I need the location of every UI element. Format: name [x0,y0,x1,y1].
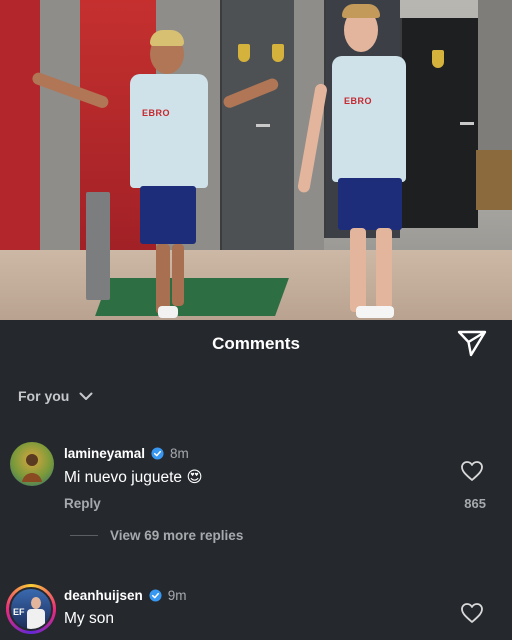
sheet-title: Comments [212,334,300,353]
door-handle [256,124,270,127]
heart-icon[interactable] [460,460,484,482]
comment-text-body: Mi nuevo juguete [64,469,183,486]
door-handle [460,122,474,125]
comment-time: 9m [167,588,187,603]
heart-icon[interactable] [460,602,484,624]
comment-username[interactable]: lamineyamal [64,446,145,461]
floor-mat [95,278,289,316]
avatar-logo: EF [13,607,25,617]
comments-sheet: Comments For you lamineyamal 8m Mi nuevo… [0,320,512,640]
filter-label: For you [18,388,70,404]
like-count: 865 [464,496,486,511]
view-more-replies-button[interactable]: View 69 more replies [70,528,243,543]
comment-username[interactable]: deanhuijsen [64,588,143,603]
chevron-down-icon [79,392,93,400]
post-photo: EBRO EBRO [0,0,512,320]
divider-line [70,535,98,536]
door [220,0,294,268]
send-icon[interactable] [456,328,488,358]
crest-icon [272,44,284,62]
comment-time: 8m [170,446,189,461]
avatar[interactable]: EF [6,584,56,634]
shirt-sponsor: EBRO [344,96,373,106]
view-more-replies-label: View 69 more replies [110,528,244,543]
avatar[interactable] [10,442,54,486]
comment-filter-dropdown[interactable]: For you [18,388,93,404]
heart-eyes-emoji: 😍 [186,469,203,486]
comment-text: My son [64,610,114,627]
trash-bin [86,192,110,300]
verified-badge-icon [151,447,164,460]
reply-button[interactable]: Reply [64,496,101,511]
verified-badge-icon [149,589,162,602]
shirt-sponsor: EBRO [142,108,171,118]
crest-icon [238,44,250,62]
crest-icon [432,50,444,68]
comment-text: Mi nuevo juguete 😍 [64,468,203,487]
wall-pillar [478,0,512,160]
bench [476,150,512,210]
door [400,18,478,228]
